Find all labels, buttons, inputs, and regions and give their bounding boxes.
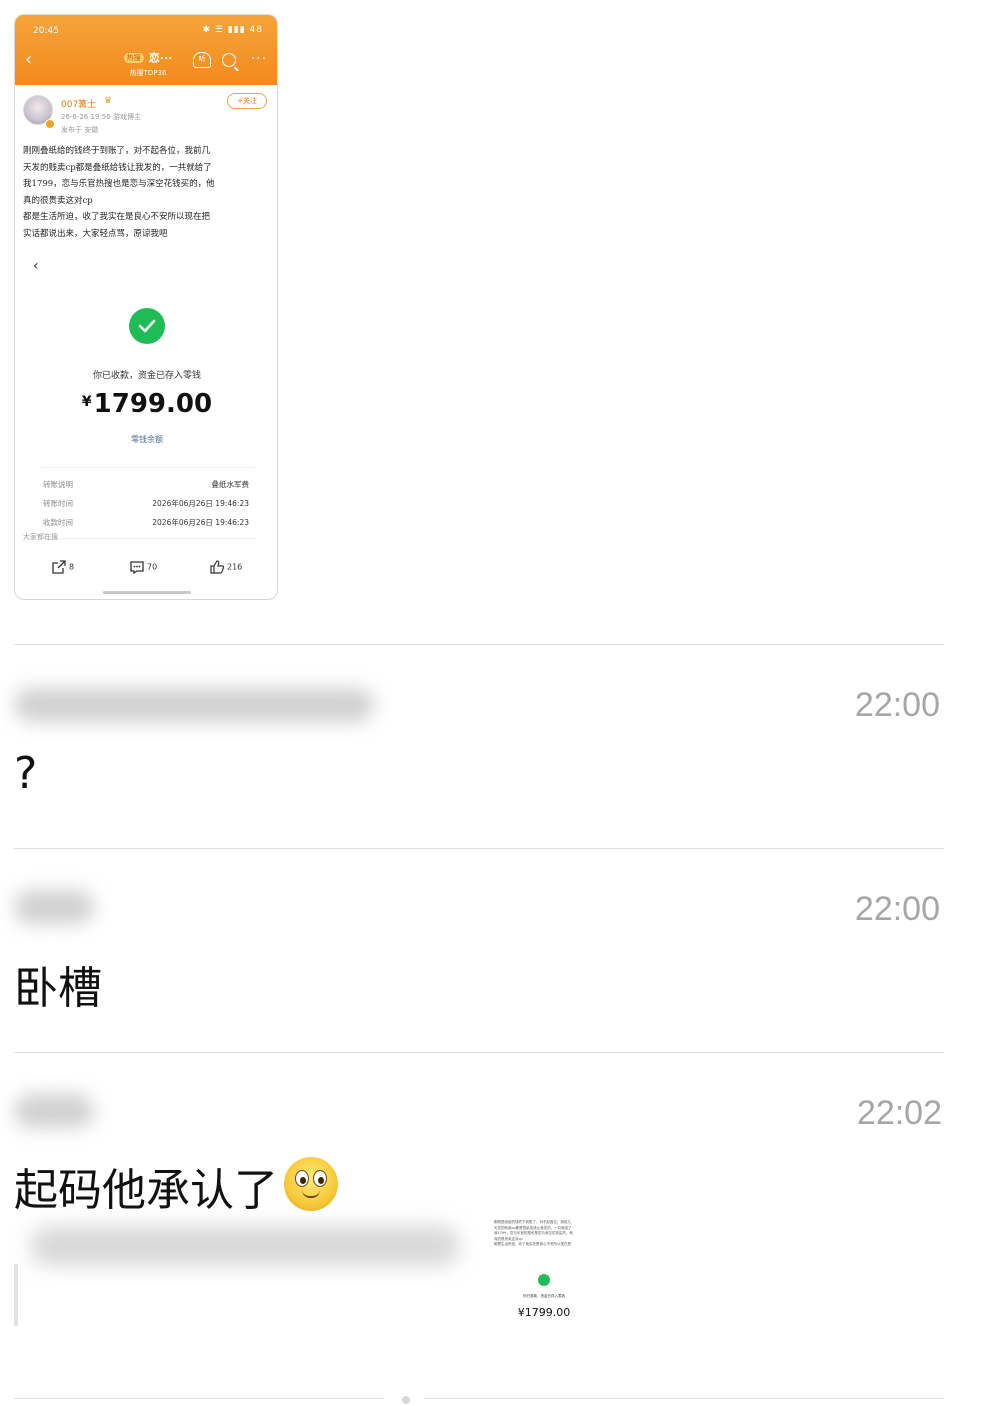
- check-icon: [538, 1274, 550, 1286]
- post-meta: 26-6-26 19:50 游戏博主: [61, 113, 141, 121]
- comment-time: 22:00: [854, 686, 940, 724]
- post-line: 天发的贱卖cp都是叠纸给钱让我发的，一共就给了: [23, 162, 212, 173]
- post-line: 真的很贵卖这对cp: [23, 195, 93, 206]
- action-bar: 8 70 216: [15, 555, 277, 585]
- follow-button[interactable]: +关注: [227, 93, 267, 109]
- divider: [14, 848, 944, 849]
- received-text: 你已收款，资金已存入零钱: [92, 371, 201, 381]
- smile-emoji-icon: [284, 1157, 338, 1211]
- watching-label: 大家都在搜: [23, 533, 58, 541]
- blurred-username: [14, 688, 374, 722]
- home-indicator: [103, 591, 191, 594]
- post-line: 都是生活所迫，收了我实在是良心不安所以现在把: [23, 212, 211, 222]
- attached-image-thumbnail[interactable]: 刚刚叠纸给的钱终于到账了，对不起各位，我前几 天发的贱卖cp都是叠纸给钱让我发的…: [494, 1220, 594, 1330]
- receipt-back-icon: ‹: [33, 258, 39, 274]
- divider: [14, 1398, 384, 1399]
- comment-message: 起码他承认了: [14, 1154, 338, 1218]
- like-icon: [210, 560, 225, 574]
- comment-button[interactable]: 70: [129, 559, 157, 575]
- comment-text: 卧槽: [14, 963, 102, 1014]
- comment-text: 起码他承认了: [14, 1165, 278, 1216]
- more-icon[interactable]: ···: [251, 51, 267, 67]
- embedded-post-screenshot[interactable]: 20:45 ✱ ☰ ▮▮▮ 48 ‹ 热搜 恋··· 热搜TOP36 听 ···…: [14, 14, 278, 600]
- crown-icon: ♛: [104, 96, 113, 106]
- nav-title-block[interactable]: 热搜 恋··· 热搜TOP36: [111, 47, 185, 78]
- verified-badge-icon: [45, 119, 55, 129]
- like-count: 216: [227, 562, 243, 572]
- comment-time: 22:00: [854, 890, 940, 928]
- divider: [14, 1052, 944, 1053]
- post-location: 发布于 安徽: [61, 126, 99, 134]
- post-line: 刚刚叠纸给的钱终于到账了，对不起各位，我前几: [23, 146, 211, 156]
- quote-bar: [14, 1264, 18, 1326]
- like-button[interactable]: 216: [209, 559, 242, 575]
- share-count: 8: [69, 562, 75, 572]
- status-time: 20:45: [33, 26, 59, 36]
- info-value: 叠纸水军费: [211, 480, 250, 489]
- info-value: 2026年06月26日 19:46:23: [152, 518, 249, 527]
- divider: [424, 1398, 944, 1399]
- post-line: 实话都说出来，大家轻点骂，原谅我吧: [23, 228, 168, 239]
- divider: [41, 467, 255, 468]
- thumb-line: 都是生活所迫，收了我实在是良心不安所以现在把: [494, 1242, 571, 1246]
- user-name[interactable]: 007篝土: [61, 97, 96, 110]
- status-icons: ✱ ☰ ▮▮▮ 48: [202, 25, 263, 35]
- currency-symbol: ¥: [81, 394, 92, 410]
- info-key: 转账说明: [43, 480, 73, 489]
- comment-time: 22:02: [856, 1094, 942, 1132]
- check-icon: [129, 308, 165, 344]
- blurred-quote: [30, 1226, 460, 1266]
- post-line: 我1799，恋与乐官热搜也是恋与深空花钱买的，他: [23, 179, 215, 189]
- nav-title: 恋···: [148, 51, 173, 65]
- post-body: 刚刚叠纸给的钱终于到账了，对不起各位，我前几 天发的贱卖cp都是叠纸给钱让我发的…: [23, 143, 273, 242]
- info-value: 2026年06月26日 19:46:23: [152, 499, 249, 508]
- search-icon[interactable]: [222, 53, 236, 67]
- headphone-icon[interactable]: 听: [193, 52, 211, 68]
- hot-badge: 热搜: [123, 52, 144, 63]
- thumbnail-received-text: 你已收款，资金已存入零钱: [523, 1294, 565, 1298]
- comment-text: ?: [14, 748, 38, 799]
- blurred-username: [14, 890, 94, 924]
- thumbnail-amount: ¥1799.00: [517, 1306, 571, 1319]
- page-indicator: [402, 1396, 410, 1404]
- share-icon: [52, 560, 66, 574]
- divider: [41, 538, 255, 539]
- thumbnail-text: 刚刚叠纸给的钱终于到账了，对不起各位，我前几 天发的贱卖cp都是叠纸给钱让我发的…: [494, 1220, 592, 1248]
- received-amount: ¥1799.00: [15, 389, 277, 419]
- info-key: 转账时间: [43, 499, 73, 508]
- amount-value: 1799.00: [93, 389, 213, 419]
- nav-subtitle: 热搜TOP36: [129, 69, 167, 77]
- back-arrow-icon[interactable]: ‹: [25, 51, 32, 69]
- comment-count: 70: [147, 562, 158, 572]
- balance-link: 零钱余额: [131, 435, 163, 444]
- share-button[interactable]: 8: [51, 559, 74, 575]
- info-key: 收款时间: [43, 518, 73, 527]
- divider: [14, 644, 944, 645]
- blurred-username: [14, 1094, 94, 1128]
- comment-icon: [130, 561, 144, 575]
- app-header: 20:45 ✱ ☰ ▮▮▮ 48 ‹ 热搜 恋··· 热搜TOP36 听 ···: [15, 15, 277, 85]
